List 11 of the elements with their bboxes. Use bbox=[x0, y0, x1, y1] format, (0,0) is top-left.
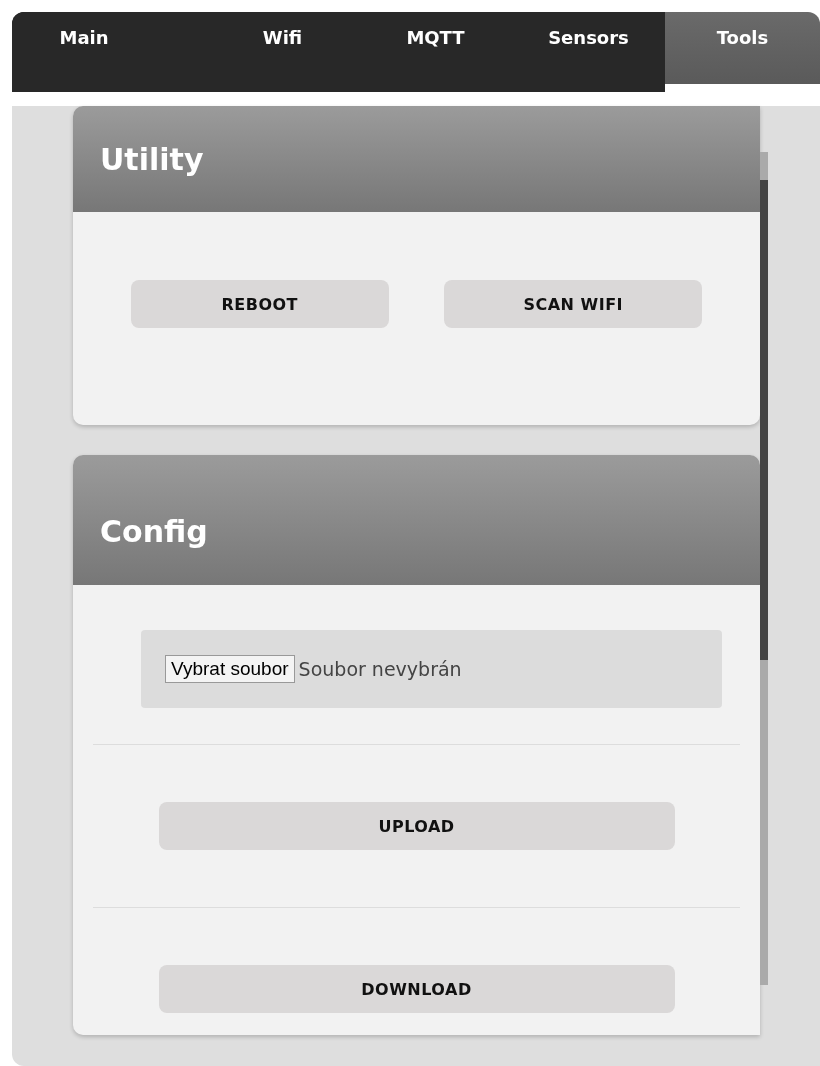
scrollbar[interactable] bbox=[760, 152, 768, 985]
section-title: Utility bbox=[100, 141, 204, 177]
action-button[interactable]: REBOOT bbox=[130, 280, 389, 328]
choose-file-button[interactable]: Vybrat soubor bbox=[165, 655, 295, 683]
file-status: Soubor nevybrán bbox=[298, 658, 462, 680]
action-button[interactable]: SCAN WIFI bbox=[444, 280, 703, 328]
action-button[interactable]: UPLOAD bbox=[158, 802, 675, 850]
section-title: Config bbox=[100, 513, 208, 549]
tab[interactable]: Tools bbox=[665, 12, 820, 84]
file-field[interactable]: Vybrat soubor Soubor nevybrán bbox=[141, 630, 722, 708]
action-button[interactable]: DOWNLOAD bbox=[158, 965, 675, 1013]
